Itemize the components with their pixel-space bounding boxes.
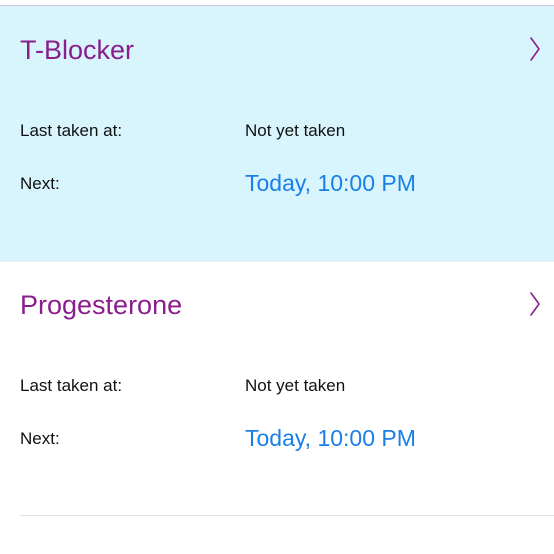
medication-card-t-blocker[interactable]: T-Blocker Last taken at: Not yet taken N… — [0, 6, 554, 261]
chevron-right-icon[interactable] — [528, 36, 542, 62]
medication-name: Progesterone — [20, 290, 183, 320]
chevron-right-icon[interactable] — [528, 291, 542, 317]
list-divider — [20, 515, 554, 516]
medication-card-progesterone[interactable]: Progesterone Last taken at: Not yet take… — [0, 261, 554, 516]
last-taken-label: Last taken at: — [20, 121, 123, 140]
medication-name: T-Blocker — [20, 35, 135, 65]
next-label: Next: — [20, 174, 60, 193]
next-label: Next: — [20, 429, 60, 448]
next-dose-time[interactable]: Today, 10:00 PM — [245, 169, 416, 197]
last-taken-value: Not yet taken — [245, 121, 346, 140]
last-taken-label: Last taken at: — [20, 376, 123, 395]
last-taken-value: Not yet taken — [245, 376, 346, 395]
next-dose-time[interactable]: Today, 10:00 PM — [245, 424, 416, 452]
